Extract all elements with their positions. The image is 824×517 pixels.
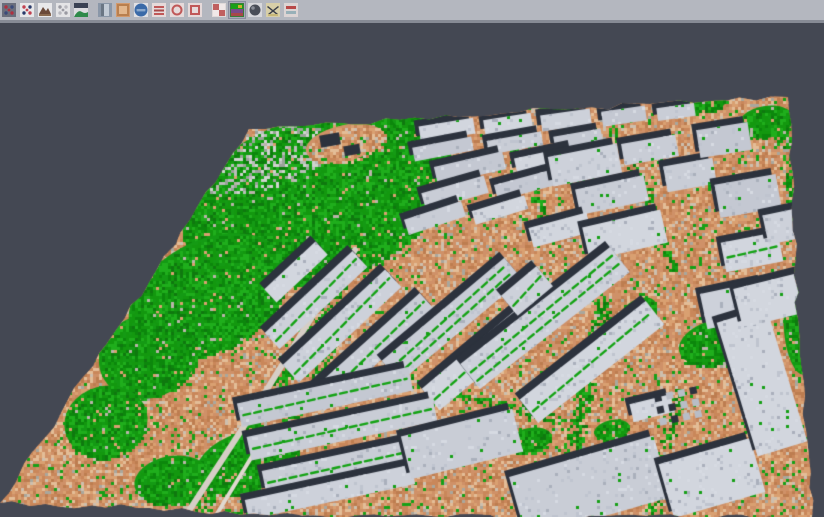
viewport-3d-canvas[interactable] [0, 23, 824, 517]
scatter-points-icon[interactable] [19, 2, 35, 18]
sparse-points-icon[interactable] [55, 2, 71, 18]
terrain-model-icon[interactable] [37, 2, 53, 18]
globe-view-icon[interactable] [133, 2, 149, 18]
grid-tiles-icon[interactable] [211, 2, 227, 18]
ortho-image-icon[interactable] [115, 2, 131, 18]
point-sphere-icon[interactable] [247, 2, 263, 18]
circle-select-icon[interactable] [169, 2, 185, 18]
application-window [0, 0, 824, 517]
surface-view-icon[interactable] [73, 2, 89, 18]
side-panel-icon[interactable] [97, 2, 113, 18]
rect-select-icon[interactable] [187, 2, 203, 18]
classification-view-icon[interactable] [229, 2, 245, 18]
measure-icon[interactable] [265, 2, 281, 18]
open-file-icon[interactable] [1, 2, 17, 18]
profile-lines-icon[interactable] [151, 2, 167, 18]
layer-stack-icon[interactable] [283, 2, 299, 18]
main-toolbar [0, 0, 824, 23]
